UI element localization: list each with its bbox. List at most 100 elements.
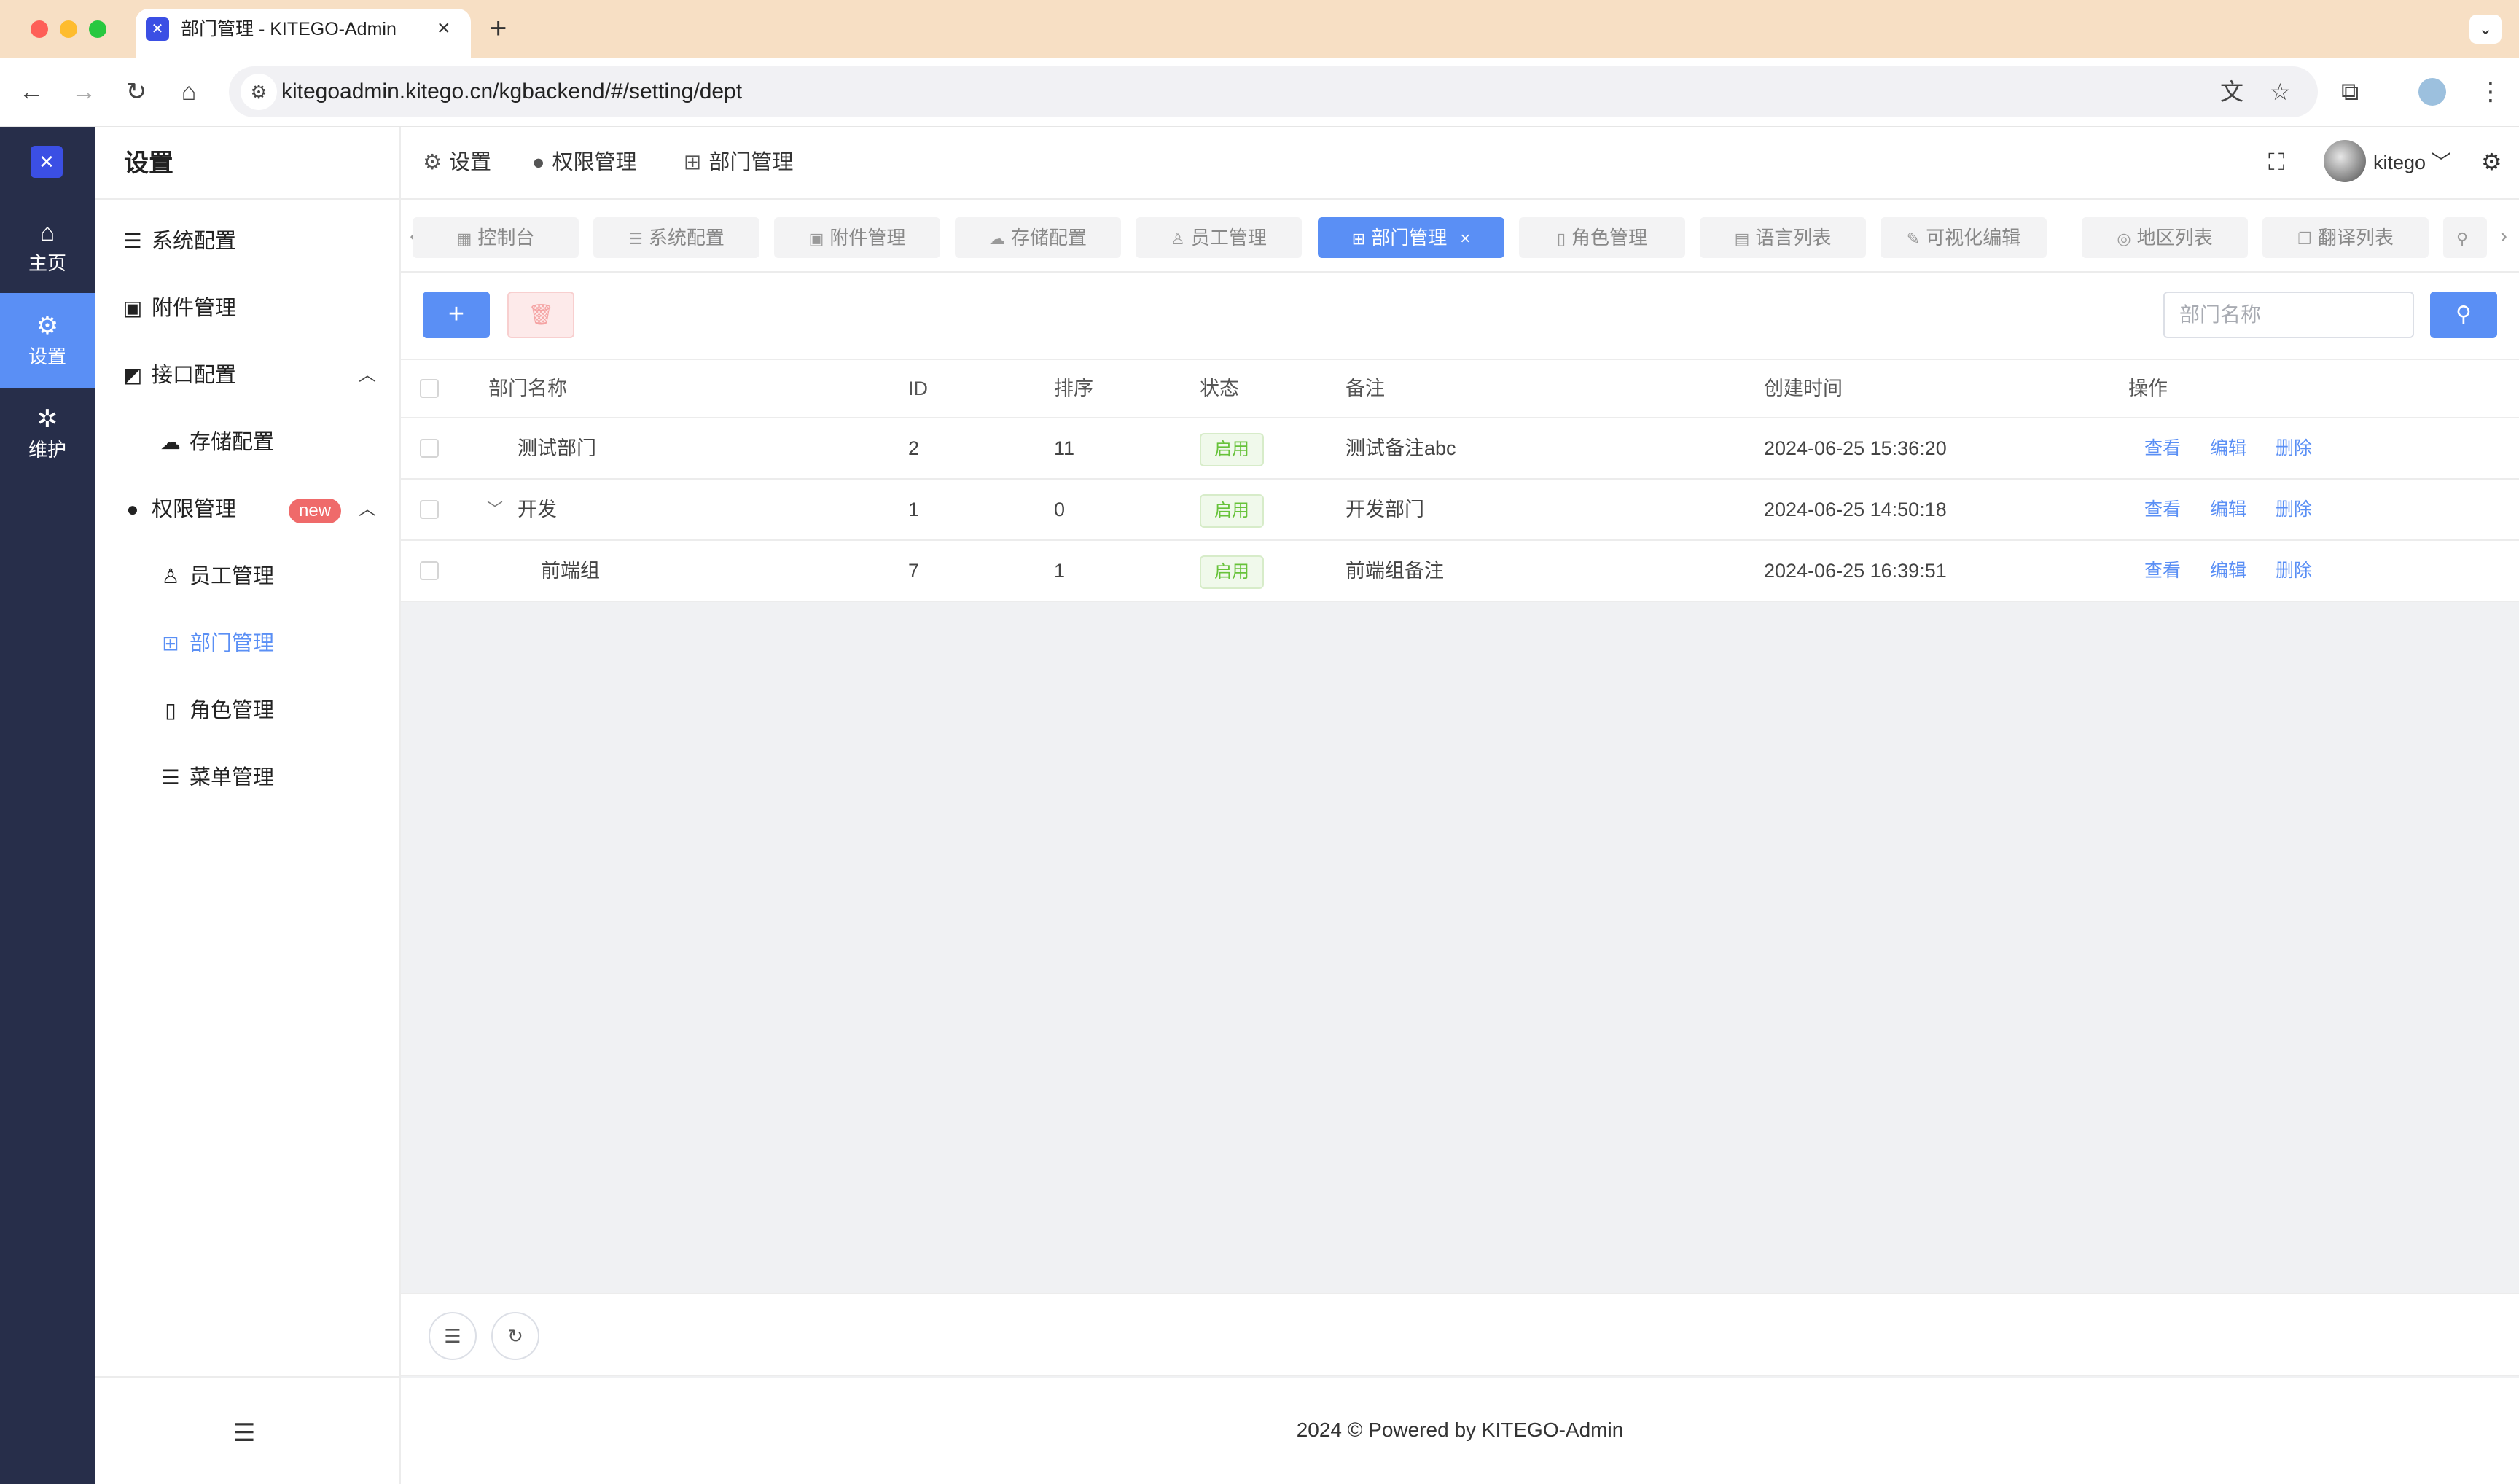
menu-item-api-config[interactable]: ◩ 接口配置 ︿ (95, 343, 401, 410)
browser-tab-title: 部门管理 - KITEGO-Admin (181, 19, 397, 39)
table-row[interactable]: ﹀ 开发 1 0 启用 开发部门 2024-06-25 14:50:18 查看 … (401, 480, 2519, 541)
compass-icon: ◎ (2117, 230, 2131, 248)
extensions-icon[interactable]: ⧉ (2341, 74, 2359, 110)
divider (95, 1376, 401, 1378)
column-settings-button[interactable]: ☰ (429, 1312, 477, 1360)
fullscreen-icon[interactable]: ⛶ (2268, 147, 2284, 176)
dept-sort: 0 (1054, 499, 1066, 520)
new-tab-button[interactable]: + (490, 13, 507, 44)
site-settings-icon[interactable]: ⚙ (241, 74, 277, 110)
reload-icon[interactable]: ↻ (118, 74, 155, 110)
search-icon: ⚲ (2456, 302, 2472, 327)
address-bar[interactable]: ⚙ kitegoadmin.kitego.cn/kgbackend/#/sett… (229, 66, 2318, 117)
dept-remark: 测试备注abc (1346, 437, 1456, 459)
tag-partial[interactable]: ⚲ (2443, 217, 2487, 258)
column-header[interactable]: 创建时间 (1764, 360, 1843, 417)
tag-storage-config[interactable]: ☁ 存储配置 (955, 217, 1121, 258)
row-checkbox[interactable] (420, 439, 439, 458)
window-minimize-button[interactable] (60, 20, 77, 38)
column-header[interactable]: 部门名称 (488, 360, 567, 417)
scroll-right-icon[interactable]: › (2500, 222, 2507, 251)
edit-link[interactable]: 编辑 (2210, 418, 2246, 478)
menu-item-system-config[interactable]: ☰ 系统配置 (95, 208, 401, 276)
menu-title: 设置 (124, 149, 173, 177)
view-link[interactable]: 查看 (2144, 541, 2181, 601)
translate-icon[interactable]: 文 (2220, 79, 2243, 104)
tag-roles[interactable]: ▯ 角色管理 (1519, 217, 1685, 258)
tag-translations[interactable]: ❐ 翻译列表 (2262, 217, 2429, 258)
tag-languages[interactable]: ▤ 语言列表 (1700, 217, 1866, 258)
breadcrumb-item[interactable]: ⚙ 设置 (423, 149, 491, 176)
table-tools-bar: ☰ ↻ (401, 1293, 2519, 1376)
view-link[interactable]: 查看 (2144, 418, 2181, 478)
avatar[interactable] (2324, 140, 2366, 182)
close-tag-icon[interactable]: × (1460, 229, 1470, 249)
delete-link[interactable]: 删除 (2276, 480, 2312, 539)
rail-item-settings[interactable]: ⚙ 设置 (0, 293, 95, 388)
delete-link[interactable]: 删除 (2276, 541, 2312, 601)
browser-menu-icon[interactable]: ⋮ (2478, 74, 2503, 110)
menu-item-menus[interactable]: ☰ 菜单管理 (95, 745, 401, 812)
delete-button[interactable]: 🗑 (507, 292, 574, 338)
menu-item-roles[interactable]: ▯ 角色管理 (95, 678, 401, 745)
forward-icon[interactable]: → (66, 74, 102, 110)
menu-item-storage-config[interactable]: ☁ 存储配置 (95, 410, 401, 477)
cloud-icon: ☁ (160, 431, 181, 453)
column-header[interactable]: 排序 (1054, 360, 1093, 417)
column-header[interactable]: ID (908, 360, 928, 417)
row-checkbox[interactable] (420, 500, 439, 519)
dept-name: 前端组 (541, 560, 600, 582)
refresh-button[interactable]: ↻ (491, 1312, 539, 1360)
select-all-checkbox[interactable] (420, 379, 439, 398)
breadcrumb-item[interactable]: ⊞ 部门管理 (684, 149, 793, 176)
collapse-menu-icon[interactable]: ☰ (233, 1418, 255, 1448)
delete-link[interactable]: 删除 (2276, 418, 2312, 478)
tag-visual-editor[interactable]: ✎ 可视化编辑 (1881, 217, 2047, 258)
menu-item-departments[interactable]: ⊞ 部门管理 (95, 611, 401, 678)
chevron-down-icon[interactable]: ﹀ (487, 480, 503, 539)
search-button[interactable]: ⚲ (2430, 292, 2497, 338)
settings-gear-icon[interactable]: ⚙ (2481, 147, 2502, 176)
department-name-search-input[interactable] (2163, 292, 2414, 338)
dept-id: 1 (908, 499, 920, 520)
table-row[interactable]: 测试部门 2 11 启用 测试备注abc 2024-06-25 15:36:20… (401, 418, 2519, 480)
breadcrumb-item[interactable]: ● 权限管理 (532, 149, 637, 176)
browser-tab-close-button[interactable]: × (437, 16, 450, 41)
bookmark-star-icon[interactable]: ☆ (2270, 79, 2291, 104)
browser-profile-avatar[interactable] (2418, 78, 2446, 106)
view-link[interactable]: 查看 (2144, 480, 2181, 539)
column-header: 操作 (2128, 378, 2168, 399)
menu-item-permissions[interactable]: ● 权限管理 new ︿ (95, 477, 401, 544)
window-zoom-button[interactable] (89, 20, 106, 38)
rail-item-maintenance[interactable]: ✲ 维护 (0, 386, 95, 481)
trash-icon: 🗑 (528, 303, 554, 326)
column-header[interactable]: 备注 (1346, 360, 1385, 417)
column-header[interactable]: 状态 (1200, 360, 1239, 417)
url-text[interactable]: kitegoadmin.kitego.cn/kgbackend/#/settin… (281, 79, 742, 104)
tag-attachments[interactable]: ▣ 附件管理 (774, 217, 940, 258)
tag-regions[interactable]: ◎ 地区列表 (2082, 217, 2248, 258)
add-button[interactable]: + (423, 292, 490, 338)
row-checkbox[interactable] (420, 561, 439, 580)
app-logo-icon[interactable]: ✕ (31, 146, 63, 178)
browser-toolbar: ← → ↻ ⌂ ⚙ kitegoadmin.kitego.cn/kgbacken… (0, 58, 2519, 127)
home-icon[interactable]: ⌂ (171, 74, 207, 110)
tag-departments[interactable]: ⊞ 部门管理 × (1318, 217, 1504, 258)
menu-item-employees[interactable]: ♙ 员工管理 (95, 544, 401, 611)
cloud-icon: ☁ (988, 230, 1005, 248)
username[interactable]: kitego ﹀ (2373, 149, 2451, 176)
table-row[interactable]: 前端组 7 1 启用 前端组备注 2024-06-25 16:39:51 查看 … (401, 541, 2519, 602)
tag-employees[interactable]: ♙ 员工管理 (1136, 217, 1302, 258)
side-menu: 设置 ☰ 系统配置 ▣ 附件管理 ◩ 接口配置 ︿ ☁ 存储配置 ● 权限管理 … (95, 127, 401, 1484)
rail-item-home[interactable]: ⌂ 主页 (0, 200, 95, 294)
edit-link[interactable]: 编辑 (2210, 480, 2246, 539)
tab-search-icon[interactable]: ⌄ (2469, 15, 2502, 44)
window-close-button[interactable] (31, 20, 48, 38)
back-icon[interactable]: ← (13, 74, 50, 110)
tag-dashboard[interactable]: ▦ 控制台 (413, 217, 579, 258)
edit-link[interactable]: 编辑 (2210, 541, 2246, 601)
home-icon: ⌂ (39, 219, 55, 246)
menu-item-attachments[interactable]: ▣ 附件管理 (95, 276, 401, 343)
tag-system-config[interactable]: ☰ 系统配置 (593, 217, 759, 258)
dept-id: 2 (908, 437, 920, 459)
